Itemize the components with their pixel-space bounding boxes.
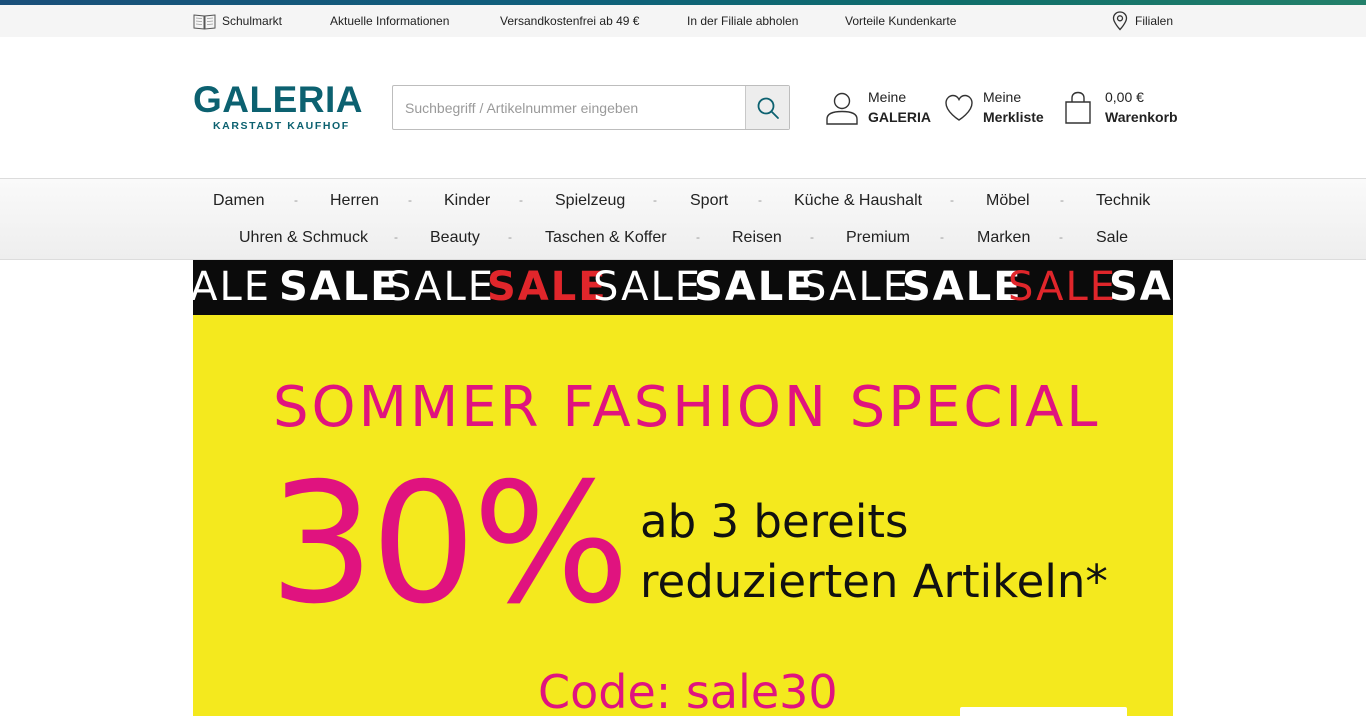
promo-title: SOMMER FASHION SPECIAL: [273, 375, 1101, 440]
nav-item-kueche-haushalt[interactable]: Küche & Haushalt: [794, 192, 922, 210]
location-pin-icon: [1112, 11, 1128, 31]
cart-total: 0,00 €: [1105, 89, 1144, 105]
nav-item-premium[interactable]: Premium: [846, 229, 910, 247]
nav-separator: -: [950, 193, 954, 207]
nav-separator: -: [940, 230, 944, 244]
utility-link-filialen[interactable]: Filialen: [1112, 5, 1173, 37]
wishlist-line2: Merkliste: [983, 109, 1044, 125]
nav-separator: -: [294, 193, 298, 207]
sale-word: SALE: [902, 264, 1023, 310]
utility-bar: Schulmarkt Aktuelle Informationen Versan…: [0, 5, 1366, 37]
wishlist-link[interactable]: Meine Merkliste: [944, 89, 1044, 129]
nav-item-reisen[interactable]: Reisen: [732, 229, 782, 247]
promo-cta-button[interactable]: [960, 707, 1127, 716]
nav-item-uhren-schmuck[interactable]: Uhren & Schmuck: [239, 229, 368, 247]
nav-separator: -: [653, 193, 657, 207]
book-icon: [193, 14, 216, 30]
nav-item-herren[interactable]: Herren: [330, 192, 379, 210]
utility-link-aktuelle-informationen[interactable]: Aktuelle Informationen: [330, 5, 449, 37]
utility-label: Aktuelle Informationen: [330, 14, 450, 28]
nav-separator: -: [394, 230, 398, 244]
account-link[interactable]: Meine GALERIA: [825, 89, 931, 129]
main-navigation: Damen - Herren - Kinder - Spielzeug - Sp…: [0, 178, 1366, 260]
sale-word: SALE: [1109, 264, 1173, 310]
nav-item-sale[interactable]: Sale: [1096, 229, 1128, 247]
nav-item-moebel[interactable]: Möbel: [986, 192, 1030, 210]
account-line1: Meine: [868, 89, 907, 105]
sale-word: SALE: [193, 264, 272, 310]
sale-ticker-banner[interactable]: SALE SALE SALE SALE SALE SALE SALE SALE …: [193, 260, 1173, 315]
nav-item-beauty[interactable]: Beauty: [430, 229, 480, 247]
nav-item-kinder[interactable]: Kinder: [444, 192, 490, 210]
nav-item-sport[interactable]: Sport: [690, 192, 728, 210]
sale-word: SALE: [593, 264, 703, 310]
shopping-bag-icon: [1065, 91, 1091, 124]
logo-sub-text: KARSTADT KAUFHOF: [213, 120, 350, 132]
nav-separator: -: [508, 230, 512, 244]
nav-separator: -: [408, 193, 412, 207]
cart-label: Warenkorb: [1105, 109, 1178, 125]
search-icon: [757, 97, 779, 119]
nav-item-spielzeug[interactable]: Spielzeug: [555, 192, 625, 210]
search-button[interactable]: [745, 86, 789, 129]
wishlist-line1: Meine: [983, 89, 1022, 105]
utility-link-filiale-abholen[interactable]: In der Filiale abholen: [687, 5, 798, 37]
sale-word: SALE: [386, 264, 496, 310]
promo-discount-percent: 30%: [269, 448, 630, 641]
sale-word: SALE: [1008, 264, 1118, 310]
utility-link-versandkostenfrei[interactable]: Versandkostenfrei ab 49 €: [500, 5, 639, 37]
utility-link-kundenkarte[interactable]: Vorteile Kundenkarte: [845, 5, 956, 37]
account-line2: GALERIA: [868, 109, 931, 125]
logo-main-text: GALERIA: [193, 79, 363, 120]
galeria-logo[interactable]: GALERIA KARSTADT KAUFHOF: [193, 81, 363, 133]
nav-separator: -: [758, 193, 762, 207]
utility-bar-inner: Schulmarkt Aktuelle Informationen Versan…: [193, 5, 1173, 37]
sale-word: SALE: [694, 264, 815, 310]
user-icon: [826, 92, 858, 125]
nav-separator: -: [1060, 193, 1064, 207]
promo-hero-banner[interactable]: SOMMER FASHION SPECIAL 30% ab 3 bereits …: [193, 315, 1173, 716]
nav-separator: -: [519, 193, 523, 207]
nav-item-damen[interactable]: Damen: [213, 192, 265, 210]
nav-item-marken[interactable]: Marken: [977, 229, 1030, 247]
promo-description-line1: ab 3 bereits: [640, 495, 909, 548]
search-box: [392, 85, 790, 130]
search-input[interactable]: [393, 86, 745, 129]
nav-separator: -: [1059, 230, 1063, 244]
header: GALERIA KARSTADT KAUFHOF Meine GALERIA M…: [0, 37, 1366, 178]
sale-word: SALE: [279, 264, 400, 310]
promo-description-line2: reduzierten Artikeln*: [640, 555, 1108, 608]
cart-link[interactable]: 0,00 € Warenkorb: [1064, 89, 1178, 129]
utility-label: Schulmarkt: [222, 14, 283, 28]
promo-code: Code: sale30: [538, 665, 838, 716]
utility-label: In der Filiale abholen: [687, 14, 799, 28]
nav-separator: -: [696, 230, 700, 244]
sale-word: SALE: [801, 264, 911, 310]
utility-label: Versandkostenfrei ab 49 €: [500, 14, 640, 28]
nav-item-technik[interactable]: Technik: [1096, 192, 1150, 210]
nav-item-taschen-koffer[interactable]: Taschen & Koffer: [545, 229, 667, 247]
heart-icon: [945, 94, 973, 121]
nav-separator: -: [810, 230, 814, 244]
utility-label: Filialen: [1135, 14, 1174, 28]
sale-word: SALE: [487, 264, 608, 310]
utility-label: Vorteile Kundenkarte: [845, 14, 957, 28]
